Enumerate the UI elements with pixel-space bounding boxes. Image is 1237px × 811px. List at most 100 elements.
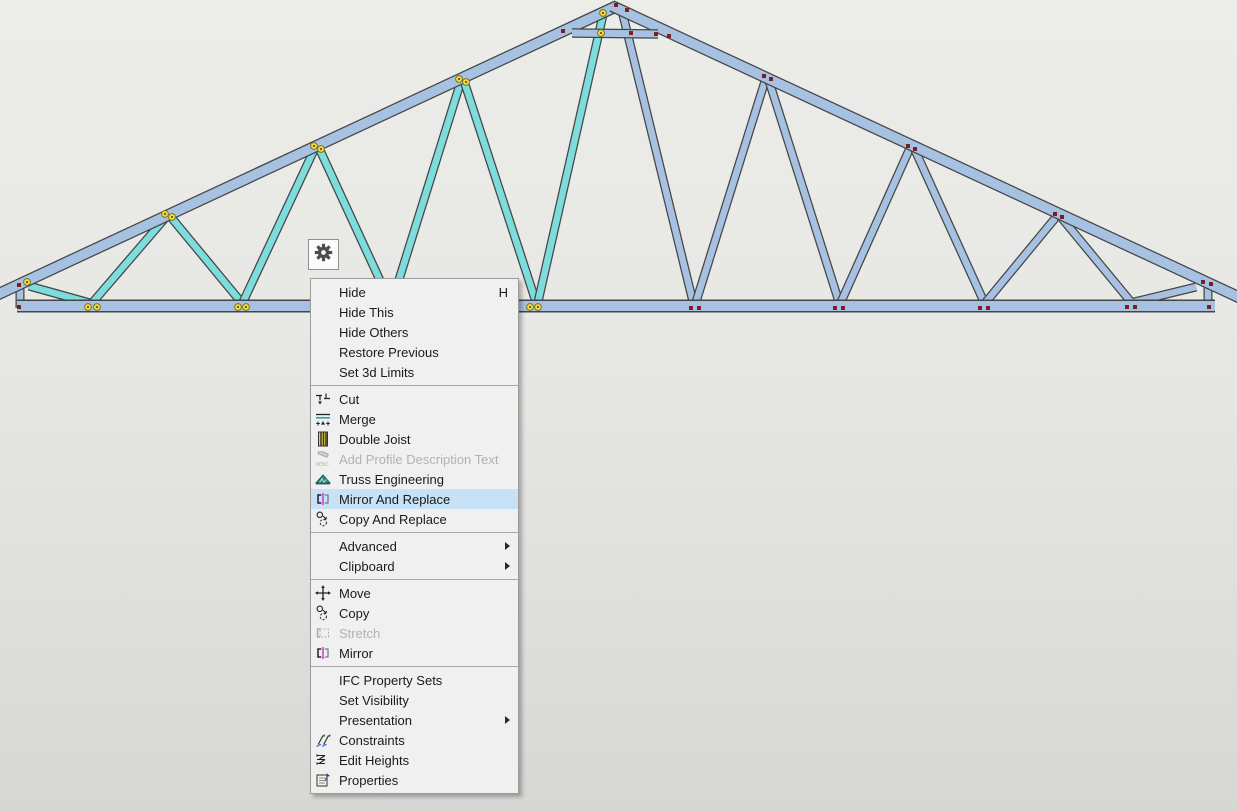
truss-node-center bbox=[600, 32, 602, 34]
menu-item-mirror-and-replace[interactable]: Mirror And Replace bbox=[311, 489, 518, 509]
stretch-icon bbox=[315, 625, 336, 641]
properties-icon bbox=[315, 772, 336, 788]
truss-node[interactable] bbox=[986, 306, 990, 310]
menu-item-copy-and-replace[interactable]: Copy And Replace bbox=[311, 509, 518, 529]
truss-node[interactable] bbox=[17, 283, 21, 287]
no-icon bbox=[315, 692, 336, 708]
menu-item-label: Properties bbox=[339, 773, 510, 788]
menu-item-advanced[interactable]: Advanced bbox=[311, 536, 518, 556]
truss-node[interactable] bbox=[697, 306, 701, 310]
truss-node-center bbox=[458, 78, 460, 80]
menu-item-label: Mirror bbox=[339, 646, 510, 661]
menu-item-label: Clipboard bbox=[339, 559, 505, 574]
truss-node-center bbox=[529, 306, 531, 308]
desc-icon: DESC bbox=[315, 451, 336, 467]
menu-item-truss-engineering[interactable]: Truss Engineering bbox=[311, 469, 518, 489]
menu-item-label: Cut bbox=[339, 392, 510, 407]
menu-item-ifc-property-sets[interactable]: IFC Property Sets bbox=[311, 670, 518, 690]
truss-node[interactable] bbox=[833, 306, 837, 310]
menu-item-hide-others[interactable]: Hide Others bbox=[311, 322, 518, 342]
menu-item-label: Edit Heights bbox=[339, 753, 510, 768]
truss-node[interactable] bbox=[769, 77, 773, 81]
truss-member[interactable] bbox=[170, 216, 241, 302]
truss-member[interactable] bbox=[696, 81, 765, 302]
truss-member[interactable] bbox=[986, 216, 1057, 302]
truss-member[interactable] bbox=[622, 11, 693, 302]
no-icon bbox=[315, 364, 336, 380]
menu-item-presentation[interactable]: Presentation bbox=[311, 710, 518, 730]
truss-node[interactable] bbox=[978, 306, 982, 310]
menu-item-edit-heights[interactable]: Edit Heights bbox=[311, 750, 518, 770]
truss-icon bbox=[315, 471, 336, 487]
mirror-icon bbox=[315, 645, 336, 661]
menu-item-label: Stretch bbox=[339, 626, 510, 641]
truss-node[interactable] bbox=[625, 8, 629, 12]
menu-item-label: Double Joist bbox=[339, 432, 510, 447]
truss-node-center bbox=[602, 12, 604, 14]
truss-node-center bbox=[465, 81, 467, 83]
menu-item-label: Add Profile Description Text bbox=[339, 452, 510, 467]
truss-node[interactable] bbox=[906, 144, 910, 148]
truss-node[interactable] bbox=[629, 31, 633, 35]
truss-node[interactable] bbox=[614, 3, 618, 7]
truss-node[interactable] bbox=[17, 305, 21, 309]
menu-item-mirror[interactable]: Mirror bbox=[311, 643, 518, 663]
truss-member[interactable] bbox=[841, 148, 910, 302]
menu-item-hide[interactable]: HideH bbox=[311, 282, 518, 302]
menu-item-set-visibility[interactable]: Set Visibility bbox=[311, 690, 518, 710]
truss-node[interactable] bbox=[762, 74, 766, 78]
copy-icon bbox=[315, 511, 336, 527]
truss-member[interactable] bbox=[392, 81, 461, 302]
no-icon bbox=[315, 672, 336, 688]
menu-item-set-3d-limits[interactable]: Set 3d Limits bbox=[311, 362, 518, 382]
menu-item-hide-this[interactable]: Hide This bbox=[311, 302, 518, 322]
truss-member[interactable] bbox=[538, 15, 603, 302]
menu-item-label: Restore Previous bbox=[339, 345, 510, 360]
menu-item-label: Hide This bbox=[339, 305, 510, 320]
menu-item-label: Move bbox=[339, 586, 510, 601]
menu-item-merge[interactable]: Merge bbox=[311, 409, 518, 429]
truss-member[interactable] bbox=[572, 33, 658, 34]
truss-node[interactable] bbox=[561, 29, 565, 33]
truss-node[interactable] bbox=[1060, 215, 1064, 219]
menu-item-label: Set 3d Limits bbox=[339, 365, 510, 380]
menu-group: CutMergeDouble JoistDESCAdd Profile Desc… bbox=[311, 386, 518, 532]
menu-item-label: Set Visibility bbox=[339, 693, 510, 708]
truss-node[interactable] bbox=[1207, 305, 1211, 309]
no-icon bbox=[315, 558, 336, 574]
context-gear-button[interactable] bbox=[308, 239, 339, 270]
menu-item-properties[interactable]: Properties bbox=[311, 770, 518, 790]
truss-node[interactable] bbox=[1133, 305, 1137, 309]
menu-item-clipboard[interactable]: Clipboard bbox=[311, 556, 518, 576]
truss-node[interactable] bbox=[654, 32, 658, 36]
menu-item-restore-previous[interactable]: Restore Previous bbox=[311, 342, 518, 362]
truss-member[interactable] bbox=[769, 81, 839, 302]
truss-node[interactable] bbox=[689, 306, 693, 310]
truss-node-center bbox=[171, 216, 173, 218]
no-icon bbox=[315, 304, 336, 320]
truss-member[interactable] bbox=[464, 81, 536, 302]
menu-item-constraints[interactable]: Constraints bbox=[311, 730, 518, 750]
menu-item-double-joist[interactable]: Double Joist bbox=[311, 429, 518, 449]
menu-item-label: Truss Engineering bbox=[339, 472, 510, 487]
truss-node[interactable] bbox=[1201, 280, 1205, 284]
menu-item-move[interactable]: Move bbox=[311, 583, 518, 603]
menu-item-copy[interactable]: Copy bbox=[311, 603, 518, 623]
truss-node-center bbox=[245, 306, 247, 308]
edit-heights-icon bbox=[315, 752, 336, 768]
truss-node[interactable] bbox=[841, 306, 845, 310]
menu-item-label: Hide Others bbox=[339, 325, 510, 340]
truss-node[interactable] bbox=[667, 34, 671, 38]
truss-node[interactable] bbox=[1125, 305, 1129, 309]
truss-node-center bbox=[313, 145, 315, 147]
truss-node[interactable] bbox=[1209, 282, 1213, 286]
menu-item-add-profile-description-text: DESCAdd Profile Description Text bbox=[311, 449, 518, 469]
truss-node[interactable] bbox=[1053, 212, 1057, 216]
truss-node-center bbox=[320, 148, 322, 150]
menu-group: IFC Property Sets Set Visibility Presentat… bbox=[311, 667, 518, 793]
menu-item-label: Copy And Replace bbox=[339, 512, 510, 527]
truss-node[interactable] bbox=[913, 147, 917, 151]
menu-group: HideH Hide This Hide Others Restore Previou… bbox=[311, 279, 518, 385]
menu-item-cut[interactable]: Cut bbox=[311, 389, 518, 409]
merge-icon bbox=[315, 411, 336, 427]
